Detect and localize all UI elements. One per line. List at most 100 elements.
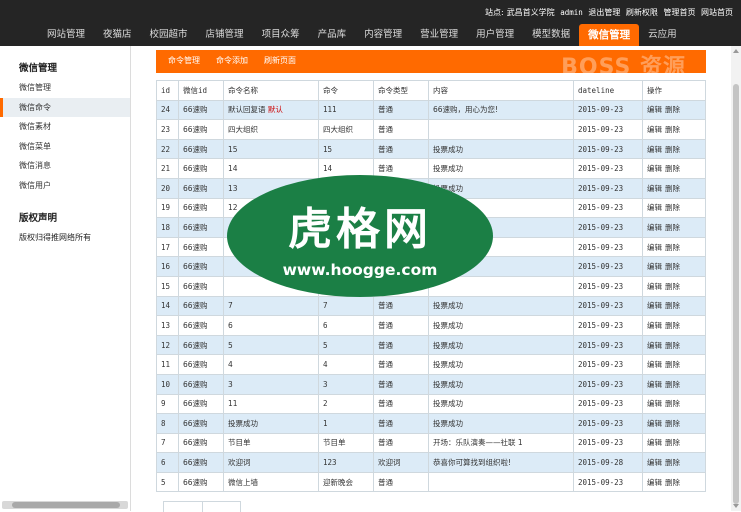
edit-link[interactable]: 编辑 bbox=[647, 243, 662, 252]
cell-actions: 编辑 删除 bbox=[642, 334, 706, 356]
delete-link[interactable]: 删除 bbox=[665, 282, 680, 291]
page-vertical-scrollbar[interactable] bbox=[731, 46, 741, 511]
nav-item-2[interactable]: 校园超市 bbox=[141, 24, 197, 46]
cell-date: 2015-09-23 bbox=[573, 119, 643, 140]
delete-link[interactable]: 删除 bbox=[665, 105, 680, 114]
sidebar-horizontal-scrollbar[interactable] bbox=[2, 501, 128, 509]
delete-link[interactable]: 删除 bbox=[665, 380, 680, 389]
cell-wid: 66速购 bbox=[178, 295, 224, 317]
delete-link[interactable]: 删除 bbox=[665, 360, 680, 369]
cell-type: 普通 bbox=[373, 413, 429, 434]
nav-item-1[interactable]: 夜猫店 bbox=[94, 24, 141, 46]
scroll-down-arrow-icon[interactable] bbox=[733, 504, 739, 508]
edit-link[interactable]: 编辑 bbox=[647, 105, 662, 114]
delete-link[interactable]: 删除 bbox=[665, 341, 680, 350]
cell-id-text: 9 bbox=[161, 399, 166, 409]
edit-link[interactable]: 编辑 bbox=[647, 321, 662, 330]
sidebar-item-1[interactable]: 微信命令 bbox=[0, 97, 130, 117]
edit-link[interactable]: 编辑 bbox=[647, 164, 662, 173]
nav-item-10[interactable]: 微信管理 bbox=[579, 24, 640, 46]
cell-cmd-text: 四大组织 bbox=[323, 124, 353, 134]
cell-cmd-text: 123 bbox=[323, 458, 337, 468]
table-row: 22 66速购 15 15 普通 投票成功 2015-09-23 编辑 删除 bbox=[156, 138, 706, 160]
nav-item-3[interactable]: 店铺管理 bbox=[197, 24, 253, 46]
cell-date-text: 2015-09-28 bbox=[578, 458, 624, 468]
scroll-up-arrow-icon[interactable] bbox=[733, 49, 739, 53]
edit-link[interactable]: 编辑 bbox=[647, 301, 662, 310]
delete-link[interactable]: 删除 bbox=[665, 203, 680, 212]
nav-item-5[interactable]: 产品库 bbox=[309, 24, 356, 46]
sidebar-item-0[interactable]: 微信管理 bbox=[0, 78, 130, 98]
table-row: 10 66速购 3 3 普通 投票成功 2015-09-23 编辑 删除 bbox=[156, 373, 706, 395]
edit-link[interactable]: 编辑 bbox=[647, 282, 662, 291]
cell-id-text: 20 bbox=[161, 183, 171, 193]
logo-title: 虎格网 bbox=[288, 204, 432, 255]
delete-link[interactable]: 删除 bbox=[665, 321, 680, 330]
delete-link[interactable]: 删除 bbox=[665, 458, 680, 467]
cell-name-text: 15 bbox=[228, 144, 238, 154]
cell-cmd: 15 bbox=[318, 138, 374, 160]
edit-link[interactable]: 编辑 bbox=[647, 223, 662, 232]
table-row: 11 66速购 4 4 普通 投票成功 2015-09-23 编辑 删除 bbox=[156, 354, 706, 375]
delete-link[interactable]: 删除 bbox=[665, 438, 680, 447]
edit-link[interactable]: 编辑 bbox=[647, 184, 662, 193]
toolbar-button-1[interactable]: 命令添加 bbox=[208, 50, 256, 73]
edit-link[interactable]: 编辑 bbox=[647, 438, 662, 447]
edit-link[interactable]: 编辑 bbox=[647, 380, 662, 389]
delete-link[interactable]: 删除 bbox=[665, 301, 680, 310]
delete-link[interactable]: 删除 bbox=[665, 125, 680, 134]
delete-link[interactable]: 删除 bbox=[665, 184, 680, 193]
cell-content-text: 投票成功 bbox=[433, 399, 463, 409]
cell-cmd-text: 1 bbox=[323, 418, 328, 428]
cell-id-text: 11 bbox=[161, 360, 171, 370]
logout-link[interactable]: 退出管理 bbox=[588, 8, 620, 17]
delete-link[interactable]: 删除 bbox=[665, 262, 680, 271]
scrollbar-thumb[interactable] bbox=[12, 502, 120, 508]
nav-item-8[interactable]: 用户管理 bbox=[467, 24, 523, 46]
edit-link[interactable]: 编辑 bbox=[647, 419, 662, 428]
nav-item-0[interactable]: 网站管理 bbox=[38, 24, 94, 46]
edit-link[interactable]: 编辑 bbox=[647, 360, 662, 369]
site-home-link[interactable]: 网站首页 bbox=[701, 8, 733, 17]
edit-link[interactable]: 编辑 bbox=[647, 399, 662, 408]
delete-link[interactable]: 删除 bbox=[665, 164, 680, 173]
pagination[interactable] bbox=[163, 501, 241, 512]
nav-item-4[interactable]: 项目众筹 bbox=[253, 24, 309, 46]
cell-date-text: 2015-09-23 bbox=[578, 144, 624, 154]
edit-link[interactable]: 编辑 bbox=[647, 478, 662, 487]
delete-link[interactable]: 删除 bbox=[665, 399, 680, 408]
delete-link[interactable]: 删除 bbox=[665, 419, 680, 428]
scrollbar-thumb[interactable] bbox=[733, 84, 739, 504]
delete-link[interactable]: 删除 bbox=[665, 478, 680, 487]
toolbar-button-2[interactable]: 刷新页面 bbox=[256, 50, 304, 73]
cell-type: 普通 bbox=[373, 99, 429, 121]
nav-item-11[interactable]: 云应用 bbox=[639, 24, 686, 46]
cell-type-text: 普通 bbox=[378, 164, 393, 174]
cell-name-text: 默认回复语 bbox=[228, 105, 266, 115]
cell-cmd: 111 bbox=[318, 99, 374, 121]
edit-link[interactable]: 编辑 bbox=[647, 125, 662, 134]
edit-link[interactable]: 编辑 bbox=[647, 458, 662, 467]
cell-date: 2015-09-23 bbox=[573, 99, 643, 121]
edit-link[interactable]: 编辑 bbox=[647, 341, 662, 350]
refresh-permission-link[interactable]: 刷新权限 bbox=[626, 8, 658, 17]
edit-link[interactable]: 编辑 bbox=[647, 145, 662, 154]
cell-wid-text: 66速购 bbox=[183, 203, 208, 213]
delete-link[interactable]: 删除 bbox=[665, 145, 680, 154]
cell-id: 21 bbox=[156, 158, 179, 179]
nav-item-9[interactable]: 模型数据 bbox=[523, 24, 579, 46]
cell-content: 投票成功 bbox=[428, 413, 574, 434]
sidebar-item-5[interactable]: 微信用户 bbox=[0, 176, 130, 196]
sidebar-item-2[interactable]: 微信素材 bbox=[0, 117, 130, 137]
cell-wid-text: 66速购 bbox=[183, 105, 208, 115]
toolbar-button-0[interactable]: 命令管理 bbox=[156, 50, 208, 73]
nav-item-6[interactable]: 内容管理 bbox=[355, 24, 411, 46]
edit-link[interactable]: 编辑 bbox=[647, 203, 662, 212]
nav-item-7[interactable]: 营业管理 bbox=[411, 24, 467, 46]
sidebar-item-3[interactable]: 微信菜单 bbox=[0, 137, 130, 157]
delete-link[interactable]: 删除 bbox=[665, 223, 680, 232]
sidebar-item-4[interactable]: 微信消息 bbox=[0, 156, 130, 176]
edit-link[interactable]: 编辑 bbox=[647, 262, 662, 271]
delete-link[interactable]: 删除 bbox=[665, 243, 680, 252]
admin-home-link[interactable]: 管理首页 bbox=[663, 8, 695, 17]
